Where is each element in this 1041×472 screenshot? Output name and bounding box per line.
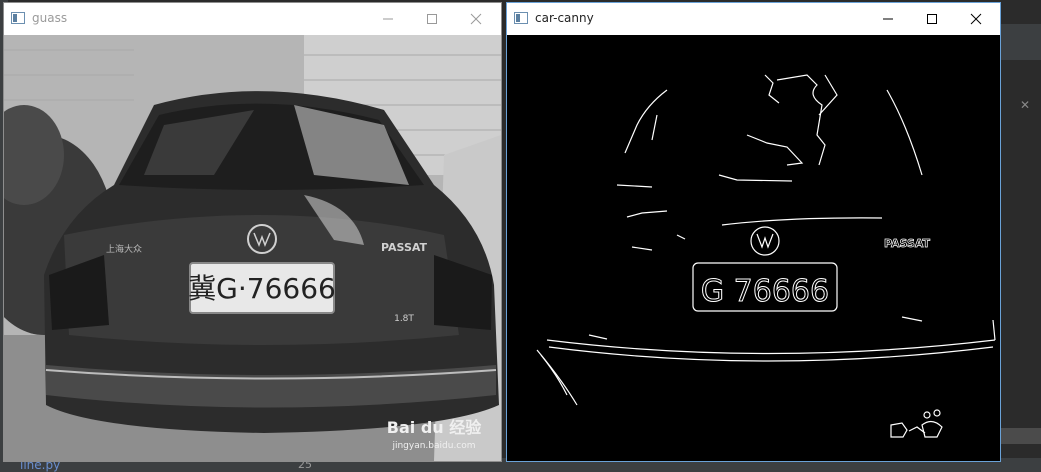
canny-edge-image: G 76666 PASSAT — [507, 35, 1000, 461]
maximize-icon — [427, 14, 437, 24]
maximize-icon — [927, 14, 937, 24]
window-app-icon — [11, 12, 25, 24]
window-guass[interactable]: guass 冀G·76666 PASSAT 1.8T 上海大众 Bai du 经… — [3, 2, 502, 462]
window-app-icon — [514, 12, 528, 24]
canny-brand-text: PASSAT — [884, 237, 931, 250]
watermark-url: jingyan.baidu.com — [391, 441, 475, 451]
window-title: guass — [32, 11, 68, 25]
ide-highlight-line — [1001, 428, 1041, 444]
ide-close-icon[interactable]: ✕ — [1017, 97, 1033, 113]
titlebar[interactable]: guass — [4, 3, 501, 35]
titlebar[interactable]: car-canny — [507, 3, 1000, 35]
minimize-button[interactable] — [865, 3, 911, 35]
plate-text: 冀G·76666 — [188, 272, 336, 305]
close-button[interactable] — [453, 3, 499, 35]
badge-text: 1.8T — [394, 314, 414, 324]
canny-edges: G 76666 PASSAT — [536, 74, 996, 438]
window-car-canny[interactable]: car-canny G 76666 PASSAT — [506, 2, 1001, 462]
brand-text: PASSAT — [381, 241, 428, 254]
minimize-button[interactable] — [365, 3, 411, 35]
close-icon — [970, 13, 982, 25]
ide-right-panel: ✕ — [1001, 0, 1041, 472]
ide-toolbar-strip — [1001, 24, 1041, 60]
watermark-text: Bai du 经验 — [387, 418, 482, 437]
maximize-button[interactable] — [909, 3, 955, 35]
close-button[interactable] — [953, 3, 999, 35]
minimize-icon — [383, 18, 393, 20]
chinese-badge: 上海大众 — [106, 243, 142, 255]
car-photo-blurred: 冀G·76666 PASSAT 1.8T 上海大众 Bai du 经验 jing… — [4, 35, 501, 461]
minimize-icon — [883, 18, 893, 20]
window-title: car-canny — [535, 11, 594, 25]
maximize-button[interactable] — [409, 3, 455, 35]
gaussian-image: 冀G·76666 PASSAT 1.8T 上海大众 Bai du 经验 jing… — [4, 35, 501, 461]
canny-plate-text: G 76666 — [701, 274, 829, 309]
close-icon — [470, 13, 482, 25]
